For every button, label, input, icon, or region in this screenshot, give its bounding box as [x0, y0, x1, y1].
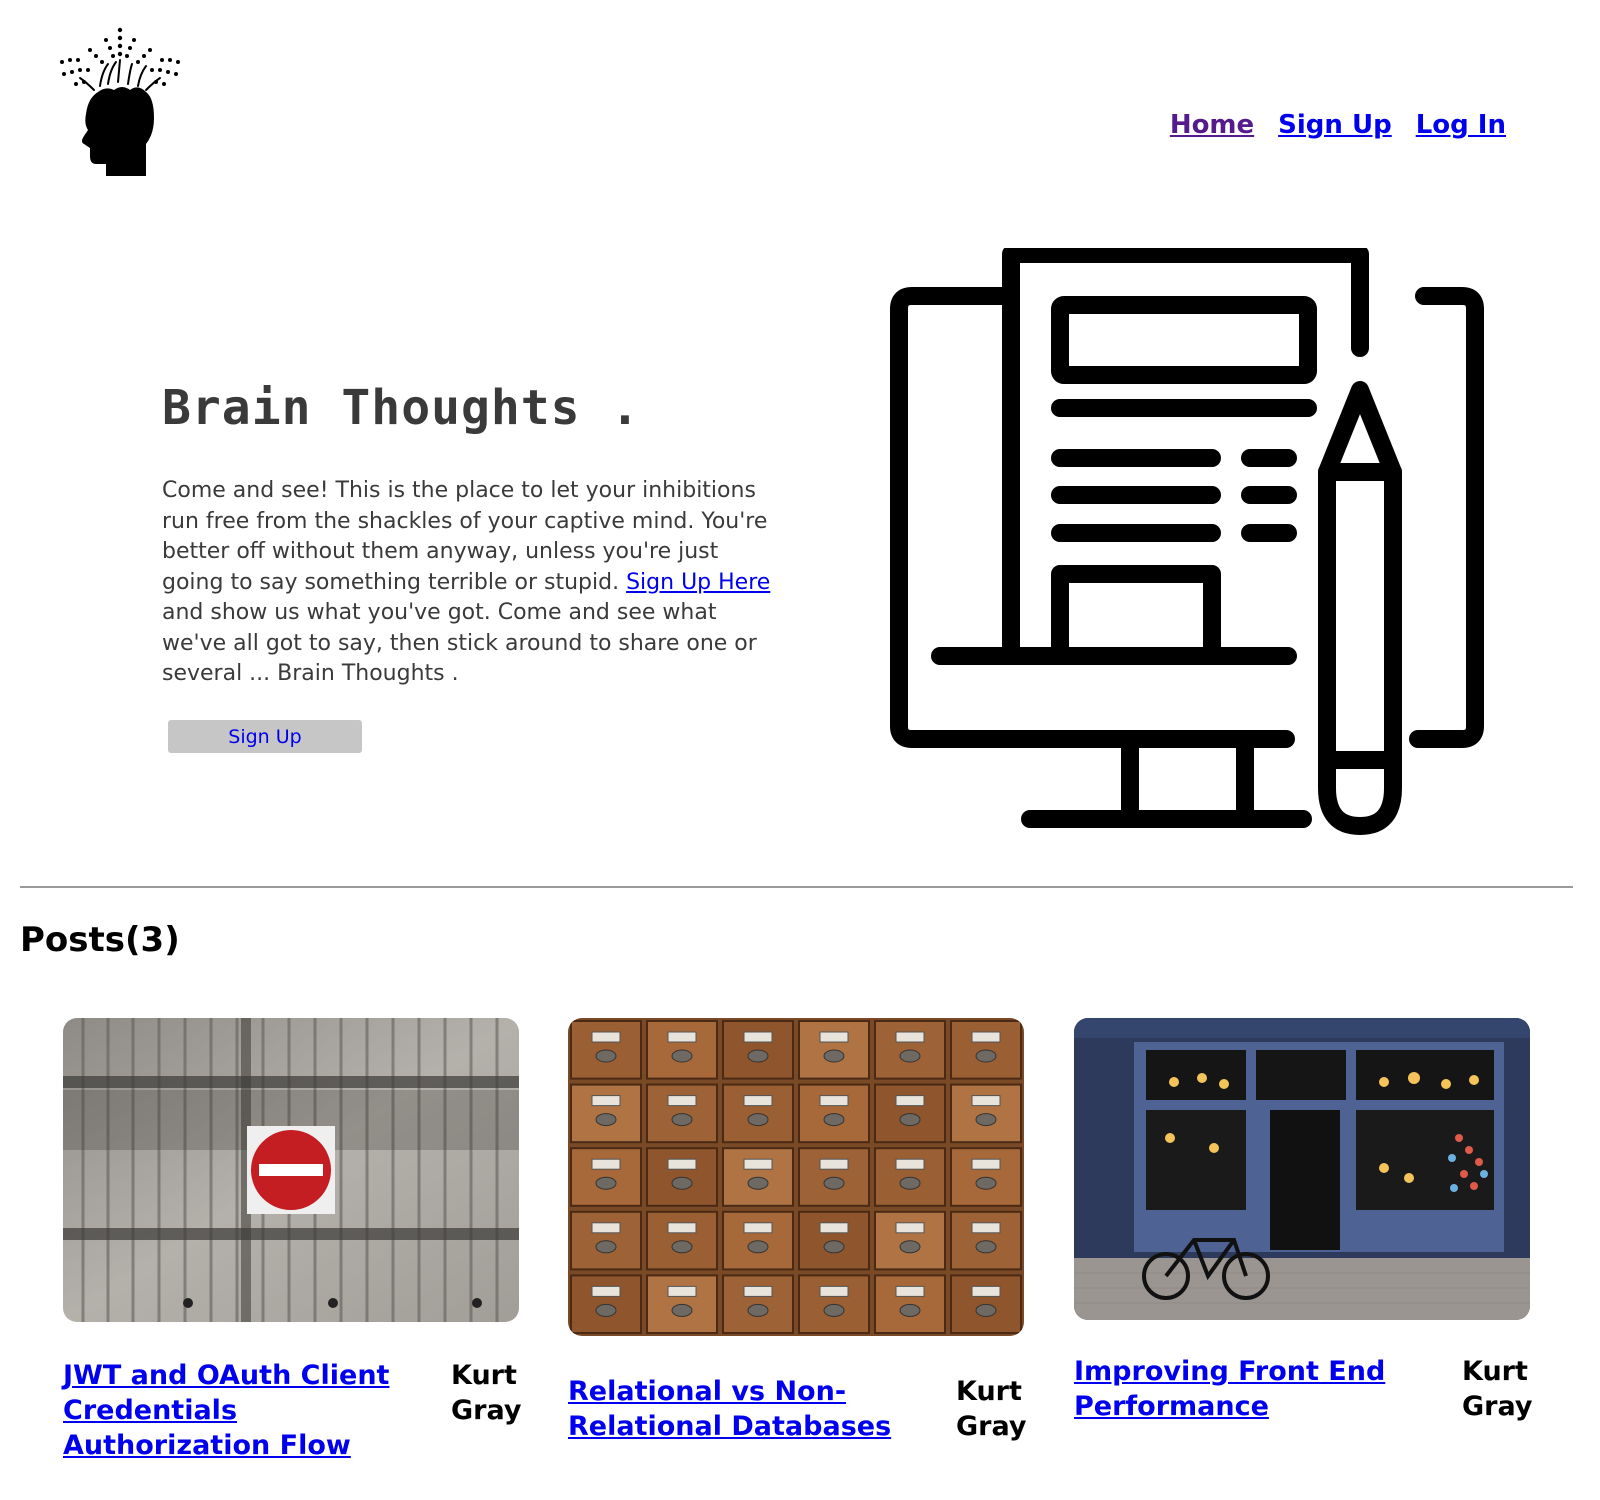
hero-description: Come and see! This is the place to let y…	[162, 476, 772, 690]
post-author: Kurt Gray	[451, 1360, 522, 1426]
nav-home-link[interactable]: Home	[1170, 110, 1254, 140]
posts-heading: Posts(3)	[20, 920, 180, 960]
post-title-link[interactable]: Improving Front End Performance	[1074, 1354, 1444, 1424]
top-nav: Home Sign Up Log In	[1170, 110, 1506, 140]
post-author: Kurt Gray	[956, 1376, 1027, 1442]
hero-signup-button[interactable]: Sign Up	[168, 720, 362, 753]
post-card: Improving Front End Performance Kurt Gra…	[1074, 1018, 1532, 1424]
post-card: JWT and OAuth Client Credentials Authori…	[63, 1018, 521, 1463]
section-divider	[20, 886, 1573, 888]
post-card: Relational vs Non-Relational Databases K…	[568, 1018, 1026, 1444]
nav-login-link[interactable]: Log In	[1416, 110, 1506, 140]
hero-signup-link[interactable]: Sign Up Here	[626, 570, 770, 595]
hero-section: Brain Thoughts . Come and see! This is t…	[162, 380, 772, 690]
hero-description-part2: and show us what you've got. Come and se…	[162, 600, 757, 686]
post-author: Kurt Gray	[1462, 1356, 1533, 1422]
post-title-link[interactable]: JWT and OAuth Client Credentials Authori…	[63, 1358, 433, 1463]
hero-title: Brain Thoughts .	[162, 380, 641, 436]
nav-signup-link[interactable]: Sign Up	[1278, 110, 1392, 140]
post-image-card-catalog[interactable]	[568, 1018, 1024, 1336]
computer-document-pencil-icon	[890, 248, 1484, 835]
post-image-do-not-enter[interactable]	[63, 1018, 519, 1322]
post-title-link[interactable]: Relational vs Non-Relational Databases	[568, 1374, 938, 1444]
post-image-storefront[interactable]	[1074, 1018, 1530, 1320]
brain-head-logo[interactable]	[56, 26, 184, 178]
